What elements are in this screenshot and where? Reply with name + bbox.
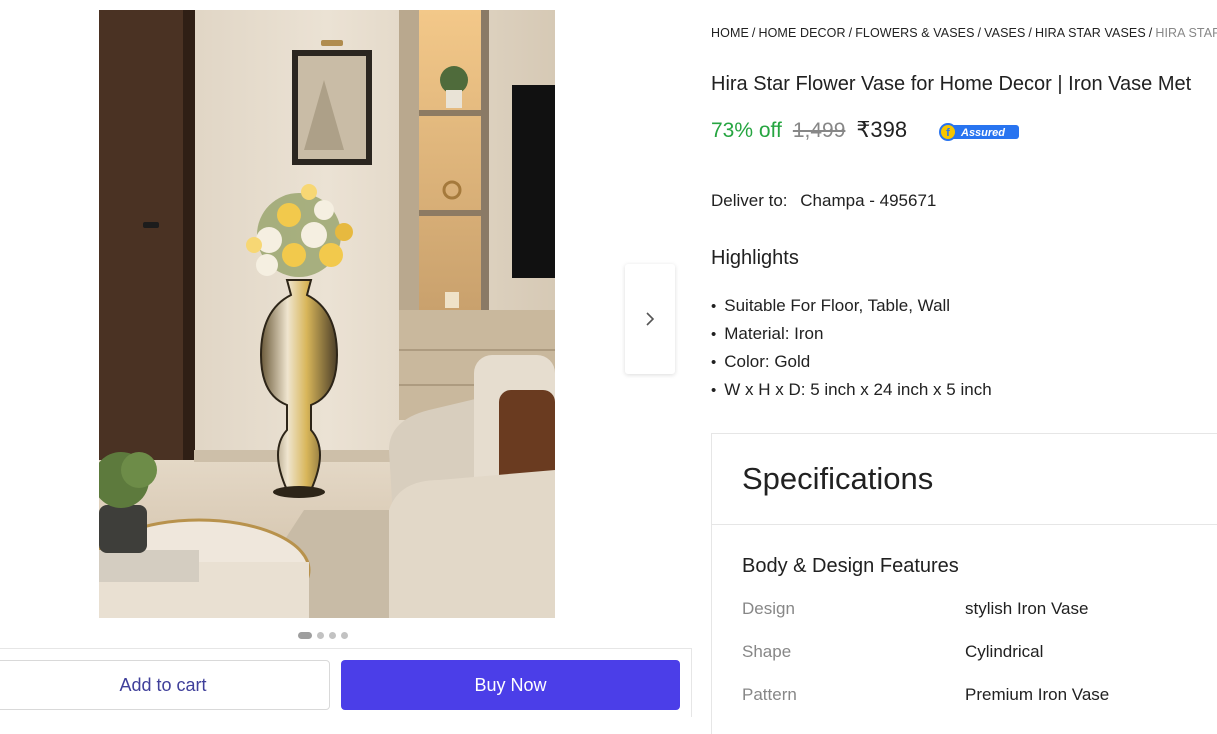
svg-text:f: f xyxy=(946,127,950,139)
breadcrumb-hira-star-vases[interactable]: HIRA STAR VASES xyxy=(1035,26,1146,40)
breadcrumb-home[interactable]: HOME xyxy=(711,26,749,40)
carousel-dot[interactable] xyxy=(341,632,348,639)
assured-badge-icon: f Assured xyxy=(939,123,1019,141)
spec-key: Design xyxy=(742,599,795,618)
original-price: 1,499 xyxy=(792,119,846,142)
highlight-item: Suitable For Floor, Table, Wall xyxy=(711,292,992,320)
carousel-dot[interactable] xyxy=(298,632,312,639)
breadcrumb-vases[interactable]: VASES xyxy=(984,26,1025,40)
action-bar-divider xyxy=(0,648,692,649)
buy-now-button[interactable]: Buy Now xyxy=(341,660,680,710)
breadcrumb-home-decor[interactable]: HOME DECOR xyxy=(758,26,845,40)
highlight-item: Material: Iron xyxy=(711,320,992,348)
breadcrumb-flowers-vases[interactable]: FLOWERS & VASES xyxy=(855,26,974,40)
spec-key: Shape xyxy=(742,642,792,661)
spec-key: Pattern xyxy=(742,685,797,704)
assured-badge: f Assured xyxy=(938,122,1020,142)
highlights-list: Suitable For Floor, Table, Wall Material… xyxy=(711,292,992,404)
product-image[interactable] xyxy=(99,10,555,618)
specifications-divider xyxy=(712,524,1217,525)
spec-value: stylish Iron Vase xyxy=(965,599,1089,618)
breadcrumb-current: HIRA STAR xyxy=(1155,26,1217,40)
product-title: Hira Star Flower Vase for Home Decor | I… xyxy=(711,73,1192,95)
carousel-dot[interactable] xyxy=(329,632,336,639)
carousel-dot[interactable] xyxy=(317,632,324,639)
specifications-heading: Specifications xyxy=(742,461,934,496)
highlight-item: Color: Gold xyxy=(711,348,992,376)
selling-price: ₹398 xyxy=(856,117,908,142)
spec-value: Cylindrical xyxy=(965,642,1044,661)
delivery-location[interactable]: Champa - 495671 xyxy=(800,191,936,210)
add-to-cart-label: Add to cart xyxy=(119,674,207,695)
spec-value: Premium Iron Vase xyxy=(965,685,1110,704)
highlights-heading: Highlights xyxy=(711,247,799,269)
price-row: 73% off 1,499 ₹398 xyxy=(711,117,907,143)
breadcrumb: HOME / HOME DECOR / FLOWERS & VASES / VASES / HI… xyxy=(711,26,1217,40)
deliver-to-label: Deliver to: xyxy=(711,191,788,210)
discount-percentage: 73% off xyxy=(711,119,782,142)
spec-section-title: Body & Design Features xyxy=(742,555,959,577)
add-to-cart-button[interactable]: Add to cart xyxy=(0,660,330,710)
product-photo-illustration xyxy=(99,10,555,618)
delivery-info: Deliver to: Champa - 495671 xyxy=(711,191,936,211)
highlight-item: W x H x D: 5 inch x 24 inch x 5 inch xyxy=(711,376,991,404)
action-bar-vertical-divider xyxy=(691,648,692,717)
image-carousel-dots xyxy=(298,632,348,639)
assured-label: Assured xyxy=(960,127,1005,139)
buy-now-label: Buy Now xyxy=(474,674,547,695)
chevron-right-icon xyxy=(646,312,655,326)
next-image-button[interactable] xyxy=(625,264,675,374)
